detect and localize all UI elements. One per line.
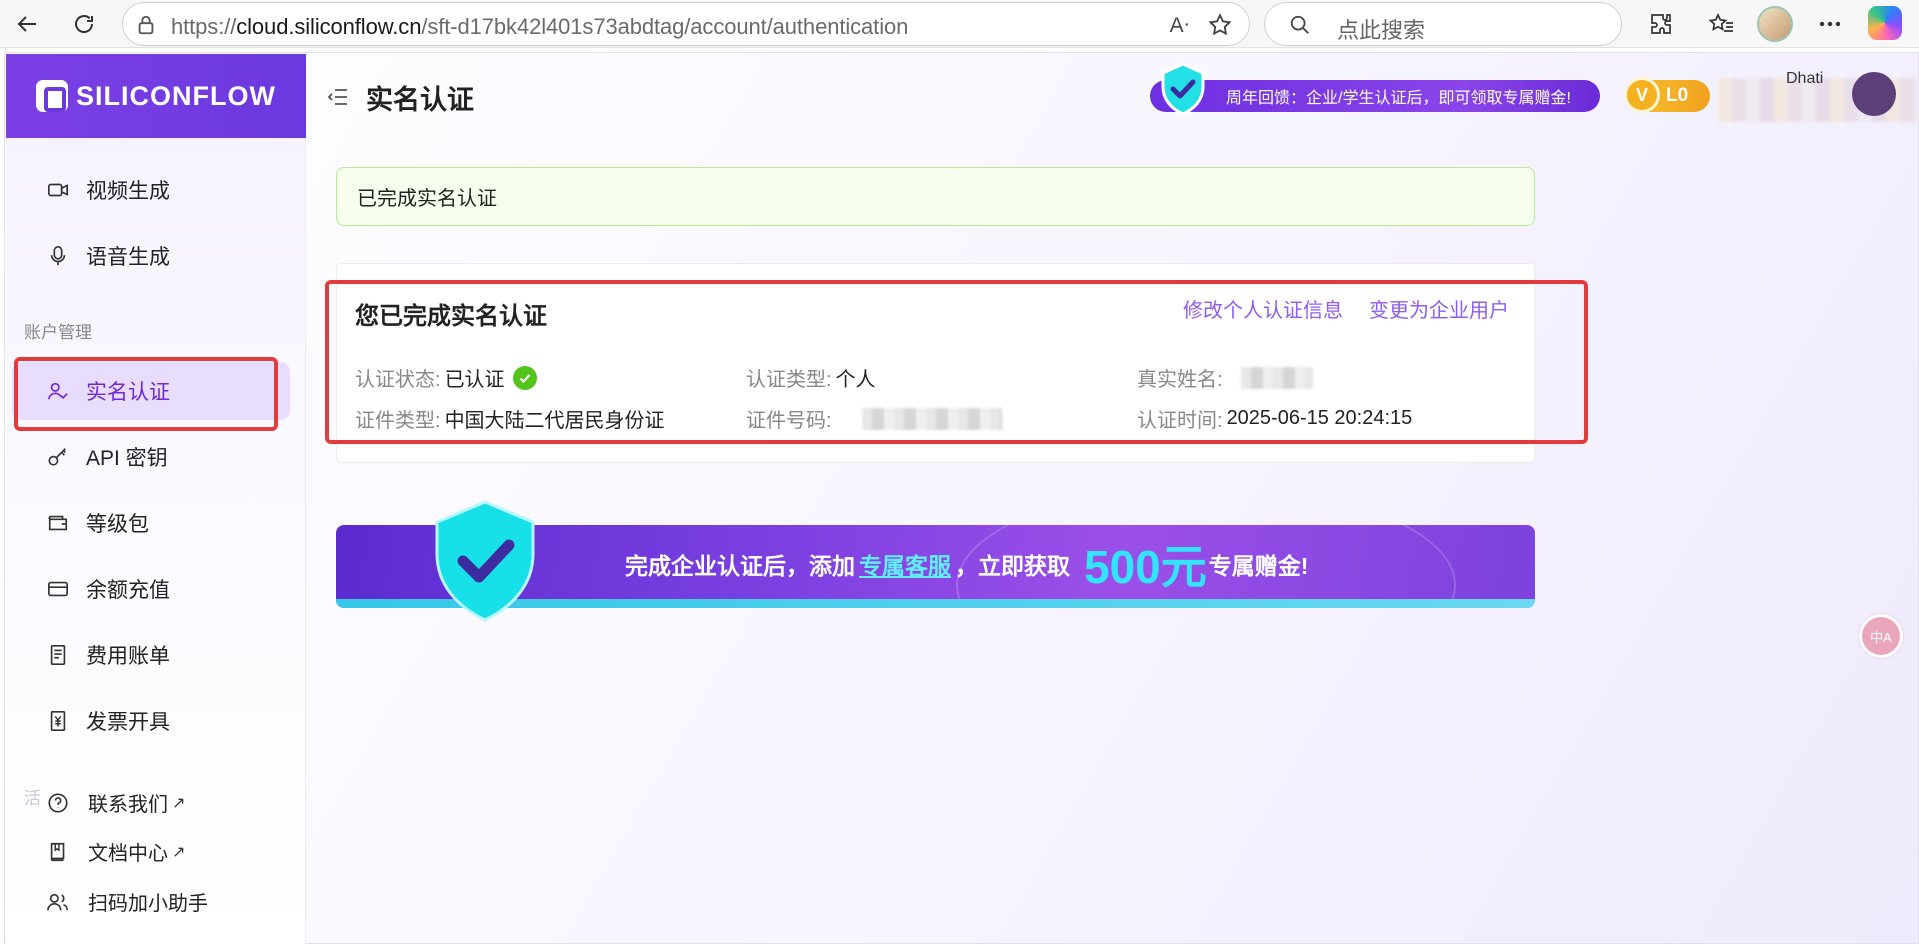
sidebar-section-account: 账户管理	[24, 323, 92, 342]
sidebar-item-voice[interactable]: 语音生成	[12, 227, 290, 285]
puzzle-icon	[1651, 14, 1671, 34]
docs-center-label: 文档中心	[88, 843, 168, 865]
banner-text-before: 完成企业认证后，添加	[625, 553, 855, 579]
sidebar-item-label: 费用账单	[86, 645, 170, 668]
favorites-list-icon	[1708, 13, 1733, 32]
address-bar[interactable]: https://cloud.siliconflow.cn/sft-d17bk42…	[122, 2, 1250, 46]
sidebar-item-label: 视频生成	[86, 180, 170, 203]
banner-text: 完成企业认证后，添加 专属客服 ，立即获取 500元 专属赠金!	[625, 524, 1308, 604]
customer-service-link[interactable]: 专属客服	[859, 547, 951, 581]
status-alert: 已完成实名认证	[336, 167, 1535, 226]
lock-icon	[138, 15, 154, 35]
verified-shield-icon	[1161, 62, 1205, 116]
invoice-icon	[46, 709, 70, 733]
sidebar-item-invoice[interactable]: 发票开具	[12, 692, 290, 750]
sidebar-item-label: API 密钥	[86, 447, 168, 470]
highlight-box-sidebar	[14, 357, 278, 431]
highlight-box-card	[325, 280, 1588, 444]
sidebar-item-label: 发票开具	[86, 711, 170, 734]
sidebar-item-level-pack[interactable]: 等级包	[12, 494, 290, 552]
brand-logo[interactable]: SILICONFLOW	[6, 54, 306, 138]
status-alert-text: 已完成实名认证	[357, 188, 497, 210]
copilot-icon[interactable]	[1868, 6, 1902, 40]
banner-amount: 500元	[1084, 541, 1207, 593]
favorite-star-icon[interactable]	[1207, 12, 1233, 38]
refresh-icon	[75, 15, 93, 33]
microphone-icon	[46, 244, 70, 268]
sidebar-item-billing[interactable]: 费用账单	[12, 626, 290, 684]
browser-toolbar: https://cloud.siliconflow.cn/sft-d17bk42…	[0, 0, 1919, 48]
avatar[interactable]	[1852, 72, 1896, 116]
contact-us-label: 联系我们	[88, 794, 168, 816]
sidebar-item-label: 语音生成	[86, 246, 170, 269]
back-button[interactable]	[10, 6, 46, 42]
brand-name: SILICONFLOW	[76, 80, 276, 111]
users-icon	[46, 890, 70, 914]
search-placeholder: 点此搜索	[1337, 18, 1426, 43]
sidebar-item-label: 余额充值	[86, 579, 170, 602]
level-text: L0	[1666, 85, 1689, 106]
sidebar-section-hidden: 活	[24, 789, 41, 808]
external-link-icon: ↗	[172, 843, 186, 861]
user-level-badge[interactable]: V L0	[1624, 77, 1710, 113]
contact-us-link[interactable]: 联系我们 ↗	[46, 788, 185, 817]
refresh-button[interactable]	[66, 6, 102, 42]
sidebar-item-recharge[interactable]: 余额充值	[12, 560, 290, 618]
promo-banner-top[interactable]: 周年回馈：企业/学生认证后，即可领取专属赠金!	[1150, 80, 1600, 112]
help-circle-icon	[46, 791, 70, 815]
book-icon	[46, 840, 70, 864]
translate-icon: 中A	[1862, 617, 1900, 655]
translate-widget[interactable]: 中A	[1858, 613, 1904, 659]
more-menu-button[interactable]	[1812, 6, 1848, 42]
search-icon	[1290, 15, 1309, 34]
arrow-left-icon	[17, 16, 36, 32]
banner-text-after: 专属赠金!	[1208, 553, 1309, 579]
extensions-button[interactable]	[1643, 6, 1679, 42]
sidebar-item-api-keys[interactable]: API 密钥	[12, 428, 290, 486]
more-dots-icon	[1819, 21, 1841, 27]
vip-icon: V	[1624, 77, 1660, 113]
wallet-icon	[46, 511, 70, 535]
assistant-label: 扫码加小助手	[88, 893, 208, 915]
banner-text-mid: ，立即获取	[955, 553, 1070, 579]
promo-text: 周年回馈：企业/学生认证后，即可领取专属赠金!	[1226, 90, 1571, 107]
favorites-button[interactable]	[1703, 6, 1739, 42]
sidebar-item-video[interactable]: 视频生成	[12, 161, 290, 219]
user-name: Dhati	[1786, 70, 1824, 87]
external-link-icon: ↗	[172, 794, 186, 812]
collapse-menu-icon[interactable]	[328, 88, 348, 106]
docs-center-link[interactable]: 文档中心 ↗	[46, 837, 185, 866]
logo-icon	[36, 80, 68, 112]
url-text: https://cloud.siliconflow.cn/sft-d17bk42…	[171, 14, 909, 39]
card-icon	[46, 577, 70, 601]
page-title: 实名认证	[366, 85, 474, 115]
bill-icon	[46, 643, 70, 667]
read-aloud-icon[interactable]: Aᐧ	[1170, 13, 1189, 38]
key-icon	[46, 445, 70, 469]
sidebar-item-label: 等级包	[86, 513, 149, 536]
assistant-qr-link[interactable]: 扫码加小助手	[46, 887, 208, 916]
search-box[interactable]: 点此搜索	[1264, 2, 1622, 46]
video-icon	[46, 178, 70, 202]
verified-shield-icon	[435, 500, 535, 622]
profile-avatar[interactable]	[1757, 6, 1793, 42]
